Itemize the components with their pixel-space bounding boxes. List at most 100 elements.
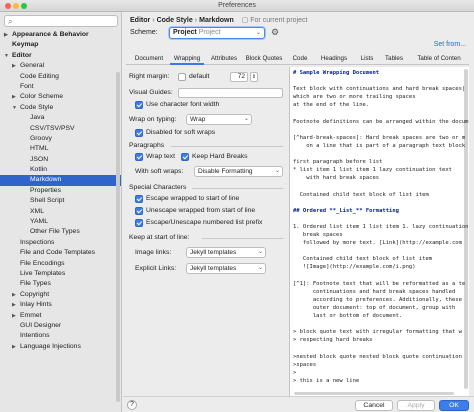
sidebar-item[interactable]: ▼ Code Style <box>0 103 121 113</box>
sidebar-item[interactable]: File Encodings <box>0 259 121 269</box>
with-soft-wraps-select[interactable]: Disable Formatting ⌄ <box>194 166 283 177</box>
tab[interactable]: Lists <box>356 53 378 65</box>
chevron-right-icon[interactable]: ▶ <box>12 92 16 102</box>
minimize-window-icon[interactable] <box>13 3 19 9</box>
sidebar-item[interactable]: Kotlin <box>0 165 121 175</box>
ok-button[interactable]: OK <box>439 400 469 411</box>
sidebar-item[interactable]: Intentions <box>0 331 121 341</box>
tab[interactable]: Headings <box>316 53 352 65</box>
tab[interactable]: Attributes <box>207 53 241 65</box>
tab[interactable]: Document <box>132 53 166 65</box>
chevron-right-icon[interactable]: ▶ <box>12 290 16 300</box>
sidebar-item-label: Appearance & Behavior <box>12 31 89 38</box>
sidebar-item[interactable]: Markdown <box>0 175 121 186</box>
breadcrumb-markdown: Markdown <box>199 17 234 24</box>
sidebar-item[interactable]: Properties <box>0 186 121 196</box>
image-links-select[interactable]: Jekyll templates ⌄ <box>186 247 266 258</box>
tab[interactable]: Code <box>288 53 312 65</box>
sidebar-item[interactable]: Code Editing <box>0 72 121 82</box>
sidebar-item[interactable]: CSV/TSV/PSV <box>0 124 121 134</box>
sidebar-item[interactable]: XML <box>0 207 121 217</box>
sidebar-item-label: JSON <box>30 155 49 163</box>
sidebar-item[interactable]: ▼ Editor <box>0 51 121 61</box>
sidebar-item[interactable]: Groovy <box>0 134 121 144</box>
sidebar-item[interactable]: JSON <box>0 155 121 165</box>
sidebar-item[interactable]: Keymap <box>0 40 121 50</box>
default-checkbox[interactable] <box>178 73 186 81</box>
scheme-select[interactable]: Project Project ⌄ <box>169 27 265 39</box>
preview-line: [^1]: Footnote text that will be reforma… <box>293 280 466 287</box>
sidebar-item-label: Groovy <box>30 134 52 142</box>
window-titlebar: Preferences <box>0 0 474 12</box>
sidebar-item[interactable]: Other File Types <box>0 227 121 237</box>
paragraphs-group-title: Paragraphs <box>129 142 165 149</box>
chevron-right-icon[interactable]: ▶ <box>4 30 8 40</box>
sidebar-item[interactable]: Inspections <box>0 238 121 248</box>
sidebar-item-label: Keymap <box>12 41 39 49</box>
keep-hard-breaks-label: Keep Hard Breaks <box>192 153 248 160</box>
zoom-window-icon[interactable] <box>21 3 27 9</box>
unescape-wrapped-checkbox[interactable] <box>135 207 143 215</box>
sidebar-item[interactable]: Font <box>0 82 121 92</box>
with-soft-wraps-value: Disable Formatting <box>198 168 253 175</box>
chevron-right-icon[interactable]: ▶ <box>12 342 16 352</box>
chevron-down-icon[interactable]: ▼ <box>12 103 17 113</box>
tab[interactable]: Block Quotes <box>244 53 284 65</box>
preview-line: first paragraph before list <box>293 159 383 166</box>
sidebar-item[interactable]: Live Templates <box>0 269 121 279</box>
sidebar-item[interactable]: Java <box>0 113 121 123</box>
wrap-on-typing-select[interactable]: Wrap ⌄ <box>186 114 252 125</box>
use-char-width-checkbox[interactable] <box>135 101 143 109</box>
set-from-link[interactable]: Set from... <box>434 41 466 48</box>
keep-hard-breaks-checkbox[interactable] <box>181 153 189 161</box>
sidebar-item[interactable]: ▶ General <box>0 61 121 71</box>
wrap-text-label: Wrap text <box>146 153 175 160</box>
code-preview[interactable]: # Sample Wrapping Document Text block wit… <box>289 67 469 397</box>
sidebar-item[interactable]: HTML <box>0 144 121 154</box>
apply-button[interactable]: Apply <box>397 400 435 411</box>
right-margin-input[interactable]: 72 <box>230 72 248 82</box>
tab[interactable]: Wrapping <box>170 53 204 65</box>
settings-sidebar: ⌕ ▶ Appearance & Behavior Keymap ▼ Editor ▶ Ge… <box>0 12 122 412</box>
gear-icon[interactable]: ⚙ <box>271 27 279 38</box>
preview-line: # Sample Wrapping Document <box>293 70 380 76</box>
chevron-right-icon[interactable]: ▶ <box>12 311 16 321</box>
explicit-links-select[interactable]: Jekyll templates ⌄ <box>186 263 266 274</box>
tab[interactable]: Tables <box>382 53 406 65</box>
help-button[interactable]: ? <box>127 400 137 410</box>
default-label: default <box>189 73 210 80</box>
cancel-button[interactable]: Cancel <box>355 400 393 411</box>
disabled-soft-wraps-checkbox[interactable] <box>135 129 143 137</box>
preview-line: Text block with continuations and hard b… <box>293 86 466 93</box>
chevron-right-icon[interactable]: ▶ <box>12 300 16 310</box>
sidebar-item[interactable]: ▶ Inlay Hints <box>0 300 121 310</box>
settings-tree: ▶ Appearance & Behavior Keymap ▼ Editor ▶ Gene… <box>0 30 121 352</box>
sidebar-item[interactable]: File and Code Templates <box>0 248 121 258</box>
right-margin-stepper[interactable]: ⇕ <box>250 72 258 82</box>
sidebar-item-label: Properties <box>30 186 61 194</box>
preview-line: 1. Ordered list item 1 list item 1. lazy… <box>293 223 469 230</box>
sidebar-item[interactable]: ▶ Copyright <box>0 290 121 300</box>
sidebar-item[interactable]: ▶ Language Injections <box>0 342 121 352</box>
chevron-down-icon[interactable]: ▼ <box>4 51 9 61</box>
settings-search-input[interactable]: ⌕ <box>4 15 118 27</box>
sidebar-item[interactable]: GUI Designer <box>0 321 121 331</box>
visual-guides-input[interactable] <box>178 88 283 98</box>
sidebar-item[interactable]: ▶ Emmet <box>0 311 121 321</box>
escape-numbered-checkbox[interactable] <box>135 219 143 227</box>
preview-horizontal-scrollbar[interactable] <box>294 392 454 395</box>
tab[interactable]: Table of Conten <box>410 53 468 65</box>
sidebar-item[interactable]: ▶ Color Scheme <box>0 92 121 102</box>
wrap-text-checkbox[interactable] <box>135 153 143 161</box>
scope-icon: ▢ <box>241 17 251 24</box>
close-window-icon[interactable] <box>5 3 11 9</box>
sidebar-item[interactable]: Shell Script <box>0 196 121 206</box>
sidebar-item[interactable]: YAML <box>0 217 121 227</box>
sidebar-item-label: Language Injections <box>20 342 81 350</box>
chevron-right-icon[interactable]: ▶ <box>12 61 16 71</box>
sidebar-item[interactable]: File Types <box>0 279 121 289</box>
sidebar-item[interactable]: ▶ Appearance & Behavior <box>0 30 121 40</box>
sidebar-item-label: Live Templates <box>20 269 66 277</box>
escape-wrapped-checkbox[interactable] <box>135 195 143 203</box>
sidebar-scrollbar[interactable] <box>116 72 120 402</box>
